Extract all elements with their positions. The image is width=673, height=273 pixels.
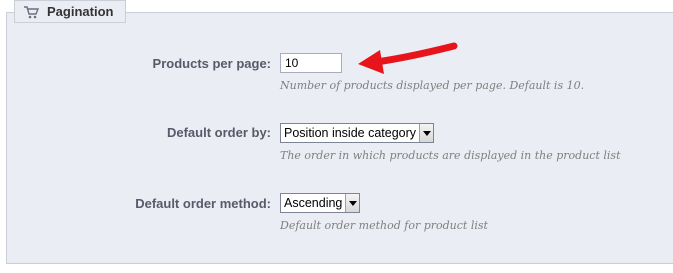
default-order-method-select[interactable]: Ascending <box>280 193 361 213</box>
default-order-by-hint: The order in which products are displaye… <box>280 149 621 162</box>
products-per-page-label: Products per page: <box>152 56 271 71</box>
cart-icon <box>23 5 40 19</box>
default-order-by-select[interactable]: Position inside category <box>280 123 435 143</box>
arrow-icon <box>350 38 462 83</box>
default-order-by-value: Position inside category <box>284 126 417 140</box>
chevron-down-icon[interactable] <box>345 194 360 212</box>
chevron-down-icon[interactable] <box>419 124 434 142</box>
section-title: Pagination <box>47 4 114 19</box>
default-order-method-value: Ascending <box>284 196 343 210</box>
products-per-page-input[interactable]: 10 <box>280 53 342 73</box>
pagination-legend: Pagination <box>14 0 127 23</box>
default-order-method-label: Default order method: <box>135 196 271 211</box>
default-order-method-hint: Default order method for product list <box>280 219 488 232</box>
default-order-by-label: Default order by: <box>166 125 271 140</box>
